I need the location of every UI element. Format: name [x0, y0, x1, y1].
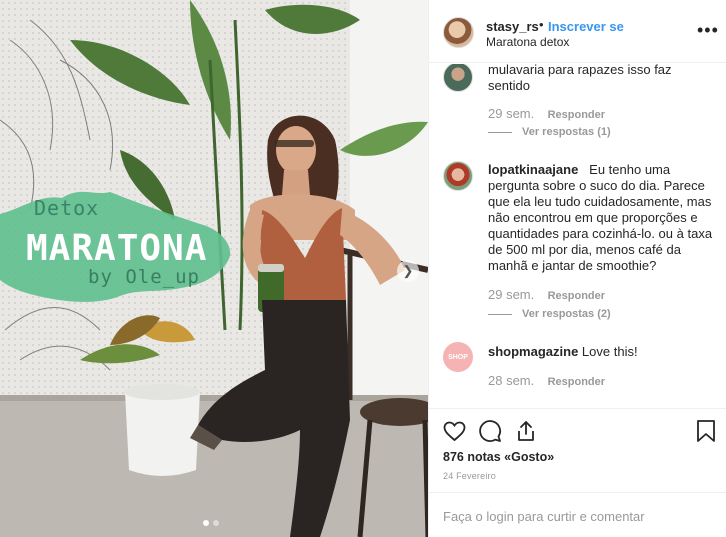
comment-username[interactable]: lopatkinaajane — [488, 162, 578, 177]
avatar[interactable] — [443, 17, 474, 48]
overlay-subtitle: Detox — [34, 196, 100, 220]
reply-button[interactable]: Responder — [548, 376, 605, 388]
reply-button[interactable]: Responder — [548, 109, 605, 121]
post-location[interactable]: Maratona detox — [486, 35, 569, 49]
post-side-panel: stasy_rs • Inscrever se Maratona detox •… — [428, 0, 726, 537]
login-prompt-link[interactable]: Faça o login para curtir e comentar — [443, 509, 645, 524]
comment-text: mulavaria para rapazes isso faz sentido — [488, 64, 672, 93]
comment-meta: 29 sem. Responder — [488, 106, 605, 121]
carousel-dot-active — [203, 520, 209, 526]
likes-count[interactable]: 876 notas «Gosto» — [443, 450, 554, 464]
comment-meta: 29 sem. Responder — [488, 287, 605, 302]
view-replies-button[interactable]: Ver respostas (2) — [488, 308, 611, 320]
chevron-right-icon: ❯ — [402, 263, 414, 278]
login-bar: Faça o login para curtir e comentar — [429, 492, 726, 537]
post-actions: 876 notas «Gosto» 24 Fevereiro Faça o lo… — [429, 408, 726, 537]
avatar[interactable] — [443, 64, 473, 92]
view-replies-label: Ver respostas (1) — [522, 126, 611, 138]
post-photo[interactable]: Detox MARATONA by Ole_up ❯ — [0, 0, 428, 537]
carousel-dot — [213, 520, 219, 526]
view-replies-label: Ver respostas (2) — [522, 308, 611, 320]
comment-icon[interactable] — [478, 419, 502, 443]
header-separator: • — [539, 17, 544, 32]
comment-body: Eu tenho uma pergunta sobre o suco do di… — [488, 162, 713, 273]
replies-divider — [488, 313, 512, 315]
comment-time[interactable]: 28 sem. — [488, 373, 534, 388]
comments-list[interactable]: mulavaria para rapazes isso faz sentido … — [429, 64, 726, 409]
more-horizontal-icon[interactable]: ••• — [697, 20, 719, 41]
bookmark-icon[interactable] — [695, 419, 717, 443]
avatar[interactable] — [443, 161, 473, 191]
share-icon[interactable] — [514, 419, 538, 443]
follow-button[interactable]: Inscrever se — [548, 19, 624, 34]
comment-username[interactable]: shopmagazine — [488, 344, 578, 359]
comment-text: shopmagazine Love this! — [488, 344, 713, 360]
overlay-title: MARATONA — [26, 228, 208, 269]
author-username[interactable]: stasy_rs — [486, 19, 539, 34]
carousel-indicator — [203, 520, 219, 526]
comment-time[interactable]: 29 sem. — [488, 106, 534, 121]
post-date: 24 Fevereiro — [443, 471, 496, 481]
post-header: stasy_rs • Inscrever se Maratona detox •… — [429, 0, 726, 63]
view-replies-button[interactable]: Ver respostas (1) — [488, 126, 611, 138]
reply-button[interactable]: Responder — [548, 290, 605, 302]
avatar[interactable]: SHOP — [443, 342, 473, 372]
overlay-byline: by Ole_up — [88, 266, 200, 288]
comment-body: Love this! — [581, 344, 638, 359]
comment-time[interactable]: 29 sem. — [488, 287, 534, 302]
avatar-text: SHOP — [448, 353, 468, 361]
next-photo-button[interactable]: ❯ — [397, 260, 419, 282]
comment-text: lopatkinaajane Eu tenho uma pergunta sob… — [488, 162, 713, 274]
replies-divider — [488, 131, 512, 133]
comment-meta: 28 sem. Responder — [488, 373, 605, 388]
heart-icon[interactable] — [442, 419, 467, 443]
